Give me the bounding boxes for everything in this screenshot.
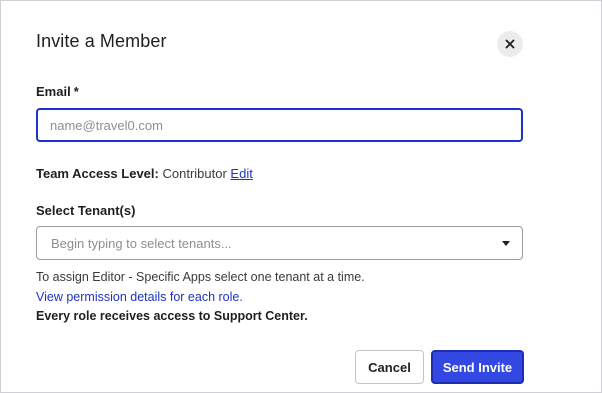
tenant-select-placeholder: Begin typing to select tenants... <box>51 236 232 251</box>
access-level-label: Team Access Level: <box>36 166 159 181</box>
send-invite-button[interactable]: Send Invite <box>431 350 524 384</box>
select-tenants-label: Select Tenant(s) <box>36 203 136 218</box>
dialog-title: Invite a Member <box>36 31 167 51</box>
invite-member-dialog: Invite a Member Email* Team Access Level… <box>0 0 602 393</box>
team-access-level: Team Access Level: Contributor Edit <box>36 166 253 181</box>
email-label-text: Email <box>36 84 71 99</box>
help-text-support: Every role receives access to Support Ce… <box>36 309 308 323</box>
close-button[interactable] <box>497 31 523 57</box>
permission-details-link[interactable]: View permission details for each role. <box>36 290 243 304</box>
edit-access-link[interactable]: Edit <box>230 166 252 181</box>
email-label: Email * <box>36 84 79 99</box>
email-input[interactable] <box>36 108 523 142</box>
help-text-editor: To assign Editor - Specific Apps select … <box>36 270 365 284</box>
access-level-value: Contributor <box>162 166 227 181</box>
cancel-button[interactable]: Cancel <box>355 350 424 384</box>
caret-down-icon <box>502 241 510 246</box>
close-icon <box>505 39 515 49</box>
required-mark: * <box>73 84 79 99</box>
tenant-select[interactable]: Begin typing to select tenants... <box>36 226 523 260</box>
